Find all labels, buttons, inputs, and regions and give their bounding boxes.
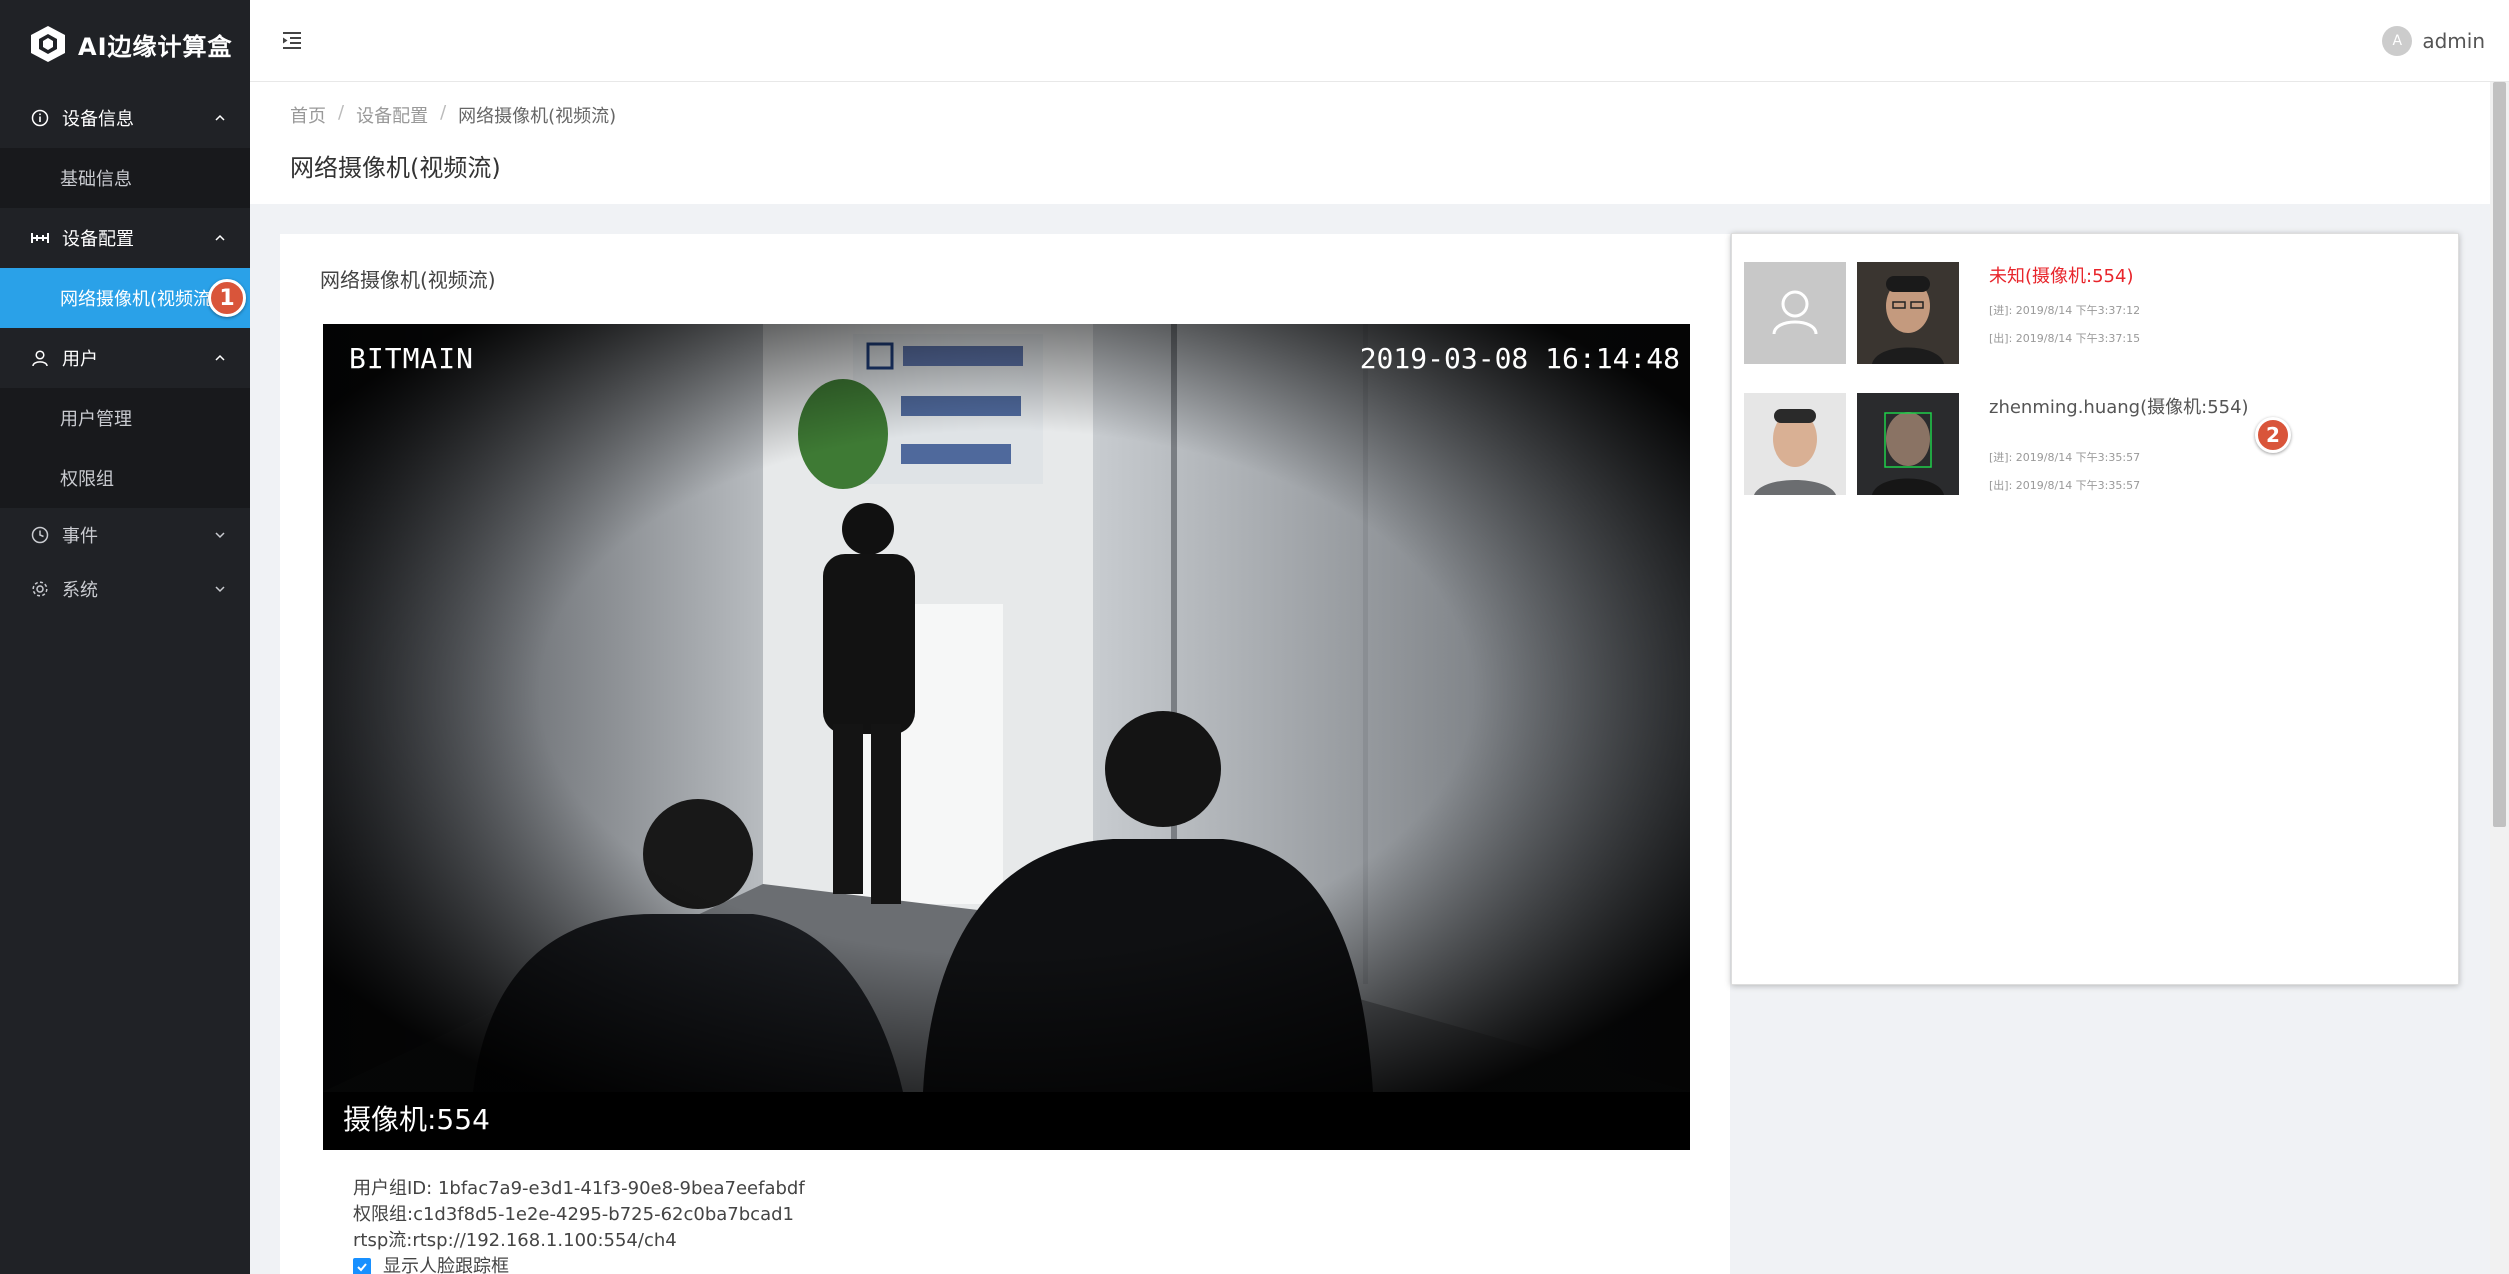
recognition-panel: 未知(摄像机:554) [进]: 2019/8/14 下午3:37:12 [出]… <box>1731 233 2459 985</box>
chevron-down-icon <box>215 586 225 593</box>
sidebar-item-user-management[interactable]: 用户管理 <box>0 388 250 448</box>
gear-icon <box>30 579 50 599</box>
nav-group-device-info: 设备信息 基础信息 <box>0 88 250 208</box>
sidebar-item-permission-group[interactable]: 权限组 <box>0 448 250 508</box>
show-face-box-label: 显示人脸跟踪框 <box>383 1256 509 1274</box>
nav-head-user[interactable]: 用户 <box>0 328 250 388</box>
face-registered-image <box>1744 393 1846 495</box>
breadcrumb-separator: / <box>440 102 447 123</box>
user-menu[interactable]: A admin <box>2382 26 2485 56</box>
sidebar-item-network-camera[interactable]: 网络摄像机(视频流 1 <box>0 268 250 328</box>
sidebar-item-label: 网络摄像机(视频流 <box>60 289 212 310</box>
registered-photo-placeholder <box>1744 262 1846 364</box>
captured-face-photo <box>1857 393 1959 495</box>
breadcrumb: 首页 / 设备配置 / 网络摄像机(视频流) <box>290 102 616 128</box>
face-capture-image <box>1857 262 1959 364</box>
info-circle-icon <box>30 108 50 128</box>
video-osd-brand: BITMAIN <box>349 342 475 375</box>
nav-group-user: 用户 用户管理 权限组 <box>0 328 250 508</box>
breadcrumb-separator: / <box>338 102 345 123</box>
nav-sub-device-info: 基础信息 <box>0 148 250 208</box>
chevron-up-icon <box>215 354 225 361</box>
chevron-up-icon <box>215 234 225 241</box>
sidebar: AI边缘计算盒 设备信息 基础信息 设备配置 网络摄像机(视频流 1 用户 用户… <box>0 0 250 1274</box>
video-frame-image <box>323 324 1690 1092</box>
menu-fold-icon[interactable] <box>280 28 304 52</box>
record-out-time: [出]: 2019/8/14 下午3:37:15 <box>1989 332 2141 345</box>
record-out-time: [出]: 2019/8/14 下午3:35:57 <box>1989 479 2141 492</box>
nav-head-label: 设备配置 <box>62 229 134 250</box>
logo-cube-icon <box>31 26 65 62</box>
nav-head-label: 事件 <box>62 526 98 547</box>
captured-face-photo <box>1857 262 1959 364</box>
camera-info: 用户组ID: 1bfac7a9-e3d1-41f3-90e8-9bea7eefa… <box>353 1176 805 1274</box>
video-stream[interactable]: BITMAIN 2019-03-08 16:14:48 摄像机:554 <box>323 324 1690 1150</box>
sidebar-item-label: 权限组 <box>60 469 114 490</box>
app-logo[interactable]: AI边缘计算盒 <box>0 0 250 88</box>
record-in-time: [进]: 2019/8/14 下午3:37:12 <box>1989 304 2141 317</box>
nav-head-label: 系统 <box>62 580 98 601</box>
record-name: 未知(摄像机:554) <box>1989 266 2134 287</box>
sidebar-item-label: 用户管理 <box>60 409 132 430</box>
nav-group-device-config: 设备配置 网络摄像机(视频流 1 <box>0 208 250 328</box>
page-scrollbar[interactable] <box>2490 82 2509 1274</box>
app-title: AI边缘计算盒 <box>78 32 233 61</box>
face-capture-image <box>1857 393 1959 495</box>
checkmark-icon <box>357 1263 367 1272</box>
nav-sub-user: 用户管理 权限组 <box>0 388 250 508</box>
nav-head-system[interactable]: 系统 <box>0 562 250 616</box>
breadcrumb-current: 网络摄像机(视频流) <box>458 106 617 127</box>
registered-face-photo <box>1744 393 1846 495</box>
chevron-down-icon <box>215 532 225 539</box>
info-permission-group: 权限组:c1d3f8d5-1e2e-4295-b725-62c0ba7bcad1 <box>353 1204 794 1225</box>
record-in-time: [进]: 2019/8/14 下午3:35:57 <box>1989 451 2141 464</box>
scrollbar-thumb[interactable] <box>2493 82 2506 827</box>
breadcrumb-home[interactable]: 首页 <box>290 102 326 128</box>
breadcrumb-device-config[interactable]: 设备配置 <box>356 102 428 128</box>
video-camera-label: 摄像机:554 <box>343 1103 490 1136</box>
user-placeholder-icon <box>1772 290 1818 335</box>
nav-head-label: 设备信息 <box>62 109 134 130</box>
nav-head-device-config[interactable]: 设备配置 <box>0 208 250 268</box>
sidebar-item-label: 基础信息 <box>60 169 132 190</box>
recognition-record[interactable]: 未知(摄像机:554) [进]: 2019/8/14 下午3:37:12 [出]… <box>1744 262 2444 364</box>
info-rtsp: rtsp流:rtsp://192.168.1.100:554/ch4 <box>353 1230 677 1251</box>
record-name: zhenming.huang(摄像机:554) <box>1989 397 2249 418</box>
card-title: 网络摄像机(视频流) <box>320 268 496 292</box>
nav-head-label: 用户 <box>62 349 98 370</box>
device-config-icon <box>30 228 50 248</box>
avatar: A <box>2382 26 2413 56</box>
username: admin <box>2422 29 2485 53</box>
nav-sub-device-config: 网络摄像机(视频流 1 <box>0 268 250 328</box>
clock-icon <box>30 525 50 545</box>
sidebar-item-basic-info[interactable]: 基础信息 <box>0 148 250 208</box>
user-icon <box>30 348 50 368</box>
show-face-box-row[interactable]: 显示人脸跟踪框 <box>353 1254 805 1274</box>
video-osd-timestamp: 2019-03-08 16:14:48 <box>1359 342 1680 375</box>
video-bottom-bar <box>323 1092 1690 1150</box>
top-bar: A admin <box>250 0 2509 82</box>
camera-card: 网络摄像机(视频流) BITMAIN 2019-03-08 16:14:48 摄… <box>280 234 1730 1274</box>
show-face-box-checkbox[interactable] <box>353 1258 371 1274</box>
nav-head-device-info[interactable]: 设备信息 <box>0 88 250 148</box>
chevron-up-icon <box>215 114 225 121</box>
annotation-badge: 2 <box>2255 417 2291 453</box>
info-group-id: 用户组ID: 1bfac7a9-e3d1-41f3-90e8-9bea7eefa… <box>353 1178 805 1199</box>
page-title: 网络摄像机(视频流) <box>290 154 501 182</box>
nav-head-events[interactable]: 事件 <box>0 508 250 562</box>
page-header: 首页 / 设备配置 / 网络摄像机(视频流) 网络摄像机(视频流) <box>250 82 2490 204</box>
annotation-badge: 1 <box>208 279 246 317</box>
recognition-record[interactable]: zhenming.huang(摄像机:554) [进]: 2019/8/14 下… <box>1744 393 2444 495</box>
